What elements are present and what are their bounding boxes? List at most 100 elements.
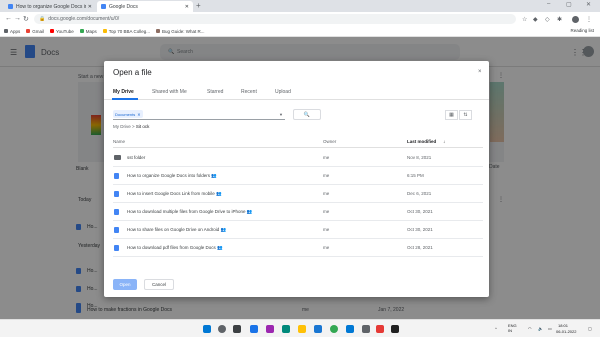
browser-tab-active[interactable]: Google Docs ✕ (97, 1, 193, 12)
bookmark-gmail[interactable]: Gmail (26, 29, 44, 34)
active-tab-indicator (112, 98, 138, 100)
file-row[interactable]: How to download pdf files from Google Do… (113, 239, 483, 257)
sort-options-button[interactable]: ⇅ (459, 110, 472, 120)
windows-taskbar: ^ ENG IN ◠ 🔈 ▭ 18:01 06-01-2022 ▢ (0, 319, 600, 337)
close-icon[interactable]: × (478, 69, 482, 75)
puzzle-icon[interactable]: ✱ (557, 16, 562, 23)
bookmark-apps[interactable]: Apps (4, 29, 20, 34)
chevron-down-icon[interactable]: ▼ (279, 112, 283, 117)
forward-icon[interactable]: → (14, 15, 21, 22)
edge-icon[interactable] (282, 325, 290, 333)
bookmark-youtube[interactable]: YouTube (50, 29, 74, 34)
folder-icon (114, 155, 121, 160)
close-tab-icon[interactable]: ✕ (88, 4, 92, 10)
file-row[interactable]: How to download multiple files from Goog… (113, 203, 483, 221)
teams-chat-icon[interactable] (266, 325, 274, 333)
gmail-icon (26, 29, 31, 33)
browser-tab-strip: How to organize Google Docs in a.. ✕ Goo… (0, 0, 600, 12)
extension-icon[interactable]: ◆ (533, 16, 538, 23)
url-text: docs.google.com/document/u/0/ (48, 16, 120, 22)
tab-my-drive[interactable]: My Drive (113, 89, 134, 95)
tab-recent[interactable]: Recent (241, 89, 257, 95)
chrome-icon[interactable] (330, 325, 338, 333)
bookmark-favicon-icon (156, 29, 161, 33)
minimize-icon[interactable]: – (547, 1, 550, 7)
file-row[interactable]: How to insert Google Docs Link from mobi… (113, 185, 483, 203)
close-window-icon[interactable]: ✕ (586, 1, 591, 8)
breadcrumb-current: Sit ock (135, 124, 150, 129)
clock-date[interactable]: 06-01-2022 (556, 329, 576, 334)
search-icon[interactable] (218, 325, 226, 333)
open-button[interactable]: Open (113, 279, 137, 290)
doc-icon (114, 245, 119, 251)
task-view-icon[interactable] (233, 325, 241, 333)
file-table-header: Name Owner Last modified ↓ (113, 137, 483, 148)
tab-label: How to organize Google Docs in a.. (16, 3, 86, 10)
column-name[interactable]: Name (113, 139, 125, 144)
doc-icon (114, 209, 119, 215)
docs-favicon-icon (8, 4, 13, 9)
address-bar-row: ← → ↻ 🔒 docs.google.com/document/u/0/ ☆ … (0, 12, 600, 26)
apps-icon (4, 29, 8, 33)
remove-filter-icon[interactable]: ✕ (137, 112, 140, 117)
cancel-button[interactable]: Cancel (144, 279, 174, 290)
dialog-title: Open a file (113, 68, 152, 77)
tray-chevron-icon[interactable]: ^ (495, 326, 497, 331)
file-explorer-icon[interactable] (298, 325, 306, 333)
maximize-icon[interactable]: ▢ (566, 1, 572, 8)
mail-icon[interactable] (346, 325, 354, 333)
youtube-icon (50, 29, 55, 33)
battery-icon[interactable]: ▭ (548, 326, 552, 331)
file-search-input[interactable]: Documents ✕ (113, 109, 285, 120)
back-icon[interactable]: ← (5, 15, 12, 22)
notifications-icon[interactable]: ▢ (588, 326, 592, 331)
extension-icon[interactable]: ◇ (545, 16, 550, 23)
search-button[interactable]: 🔍 (293, 109, 321, 120)
column-owner[interactable]: Owner (323, 139, 336, 144)
sort-arrow-icon[interactable]: ↓ (443, 139, 445, 144)
doc-icon (114, 173, 119, 179)
reload-icon[interactable]: ↻ (23, 15, 29, 23)
url-field[interactable]: 🔒 docs.google.com/document/u/0/ (34, 14, 516, 24)
grid-view-button[interactable]: ▦ (445, 110, 458, 120)
bookmark-favicon-icon (102, 29, 107, 33)
bookmark-colleges[interactable]: Top 70 BBA Colleg... (102, 29, 150, 34)
tab-label: Google Docs (109, 3, 138, 10)
clock-time[interactable]: 18:01 (558, 323, 568, 328)
doc-icon (114, 227, 119, 233)
star-icon[interactable]: ☆ (522, 16, 527, 23)
search-icon: 🔍 (303, 111, 311, 118)
wifi-icon[interactable]: ◠ (528, 326, 532, 331)
tab-starred[interactable]: Starred (207, 89, 223, 95)
app-icon[interactable] (376, 325, 384, 333)
app-icon[interactable] (362, 325, 370, 333)
docs-favicon-icon (101, 4, 106, 9)
bookmark-maps[interactable]: Maps (79, 29, 97, 34)
volume-icon[interactable]: 🔈 (538, 326, 543, 331)
breadcrumb-root[interactable]: My Drive (113, 124, 131, 129)
open-file-dialog: Open a file × My Drive Shared with Me St… (104, 61, 489, 297)
app-icon[interactable] (391, 325, 399, 333)
file-row[interactable]: How to share files on Google Drive on An… (113, 221, 483, 239)
reading-list-button[interactable]: Reading list (570, 28, 594, 33)
bookmarks-bar: Apps Gmail YouTube Maps Top 70 BBA Colle… (0, 26, 600, 37)
dialog-tabs: My Drive Shared with Me Starred Recent U… (104, 84, 489, 100)
doc-icon (114, 191, 119, 197)
breadcrumb-separator: > (132, 124, 135, 129)
filter-chip[interactable]: Documents ✕ (113, 110, 143, 118)
browser-tab[interactable]: How to organize Google Docs in a.. ✕ (4, 1, 96, 12)
new-tab-button[interactable]: + (196, 1, 201, 10)
tab-upload[interactable]: Upload (275, 89, 291, 95)
tab-shared-with-me[interactable]: Shared with Me (152, 89, 187, 95)
start-menu-icon[interactable] (203, 325, 211, 333)
file-row[interactable]: How to organize Google Docs into folders… (113, 167, 483, 185)
profile-avatar[interactable] (572, 16, 579, 23)
column-last-modified[interactable]: Last modified (407, 139, 436, 144)
store-icon[interactable] (314, 325, 322, 333)
language-indicator[interactable]: ENG IN (508, 323, 517, 333)
widgets-icon[interactable] (250, 325, 258, 333)
close-tab-icon[interactable]: ✕ (185, 4, 189, 10)
file-row[interactable]: sst folder me Nov 8, 2021 (113, 149, 483, 167)
bookmark-bugguide[interactable]: Bug Guide: What R... (156, 29, 205, 34)
more-menu-icon[interactable]: ⋮ (586, 16, 592, 23)
